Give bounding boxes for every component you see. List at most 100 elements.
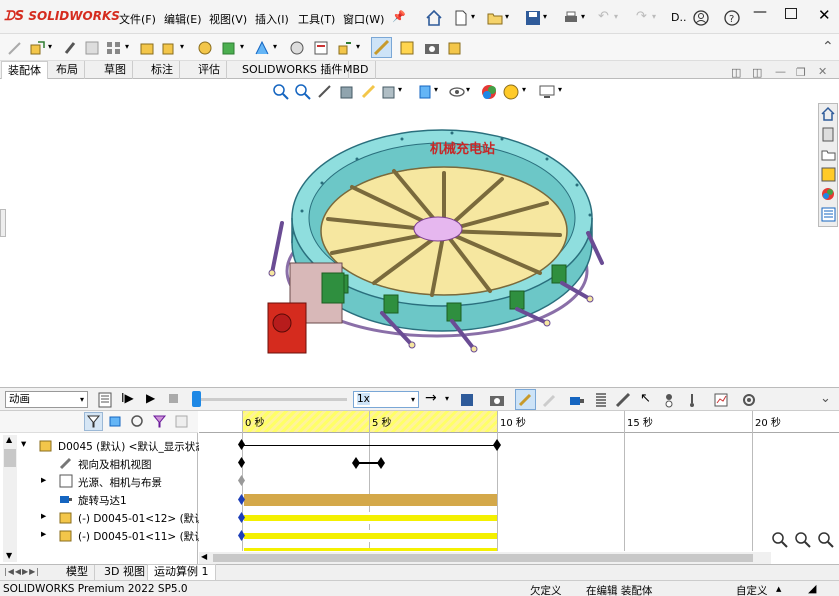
solidworks-logo[interactable]: ᗪS SOLIDWORKS [4,9,120,27]
view-keyframe[interactable] [352,457,360,469]
help-icon[interactable]: ? [723,9,741,27]
add-update-key-icon[interactable] [540,391,558,409]
stop-icon[interactable] [169,394,178,403]
scroll-down-icon[interactable]: ▼ [6,551,12,560]
playback-mode-icon[interactable]: → [425,390,437,406]
tree-row-assembly[interactable]: ▾ D0045 (默认) <默认_显示状态 [0,437,206,455]
component-11-bar[interactable] [244,530,497,542]
restore-doc-button[interactable]: ❐ [796,66,806,79]
scroll-left-icon[interactable]: ◀ [201,552,207,561]
chevron-down-icon[interactable]: ▾ [398,85,402,94]
take-snapshot-icon[interactable] [423,39,441,57]
chevron-down-icon[interactable]: ▾ [522,85,526,94]
tab-motion-study-1[interactable]: 运动算例 1 [147,564,216,580]
chevron-down-icon[interactable]: ▾ [273,42,277,51]
chevron-down-icon[interactable]: ▾ [614,12,618,21]
tree-row-component-11[interactable]: ▸ (-) D0045-01<11> (默认) [0,527,209,545]
filter-selected-icon[interactable] [129,413,146,430]
chevron-down-icon[interactable]: ▾ [125,42,129,51]
chevron-down-icon[interactable]: ⌄ [820,391,831,406]
menu-window[interactable]: 窗口(W) [343,11,384,27]
assembly-model[interactable]: 机械充电站 [262,123,612,363]
edit-component-icon[interactable] [6,39,24,57]
tab-layout[interactable]: 布局 [50,61,85,79]
scrollbar-thumb[interactable] [213,554,753,562]
tree-row-lights-cameras[interactable]: ▸ 光源、相机与布景 [0,473,198,491]
save-icon[interactable] [524,9,542,27]
motion-study-properties-icon[interactable] [740,391,758,409]
file-explorer-icon[interactable] [820,146,837,163]
tab-mbd[interactable]: MBD [337,61,376,79]
menu-insert[interactable]: 插入(I) [255,11,289,27]
tab-assembly[interactable]: 装配体 [1,61,48,79]
chevron-up-icon[interactable]: ⌃ [822,39,834,55]
close-doc-button[interactable]: ✕ [818,65,827,78]
instant3d-button[interactable] [371,37,392,58]
hide-show-items-icon[interactable] [448,83,466,101]
minimize-doc-button[interactable]: — [775,65,786,78]
tab-evaluate[interactable]: 评估 [192,61,227,79]
feature-manager-toggle[interactable] [0,209,6,237]
menu-file[interactable]: 文件(F) [119,11,156,27]
reference-geometry-icon[interactable] [253,39,271,57]
assembly-features-icon[interactable] [220,39,238,57]
dynamic-annotation-icon[interactable] [360,83,378,101]
large-assembly-mode-icon[interactable] [446,39,464,57]
appearances-scenes-icon[interactable] [820,186,837,203]
tab-model[interactable]: 模型 [60,565,95,580]
zoom-to-area-icon[interactable] [294,83,312,101]
minimize-window-button[interactable]: — [753,4,767,20]
custom-properties-icon[interactable] [820,206,837,223]
timeline-hscrollbar[interactable]: ◀ [199,552,771,564]
chevron-down-icon[interactable]: ▾ [466,85,470,94]
start-keyframe[interactable] [238,439,245,450]
search-hint[interactable]: D.. [671,11,686,24]
home-icon[interactable] [425,9,443,27]
chevron-down-icon[interactable]: ▾ [48,42,52,51]
motor-bar[interactable] [244,494,497,506]
chevron-down-icon[interactable]: ▾ [180,42,184,51]
end-keyframe[interactable] [493,439,501,451]
damper-icon[interactable] [614,391,632,409]
restore-pane-icon[interactable]: ◫ [752,66,762,79]
filter-driving-icon[interactable] [107,413,124,430]
design-library-icon[interactable] [820,126,837,143]
print-icon[interactable] [562,9,580,27]
results-plots-icon[interactable] [712,391,730,409]
chevron-down-icon[interactable]: ▾ [652,12,656,21]
playback-slider-track[interactable] [192,398,347,401]
chevron-down-icon[interactable]: ▾ [558,85,562,94]
tree-scrollbar[interactable]: ▲ ▼ [3,435,17,562]
spring-icon[interactable] [592,391,610,409]
component-12-bar[interactable] [244,512,497,524]
tab-sketch[interactable]: 草图 [98,61,133,79]
insert-components-icon[interactable] [28,39,46,57]
zoom-out-timeline-icon[interactable] [794,531,812,549]
play-from-start-icon[interactable]: I▶ [121,391,134,405]
units-status[interactable]: 自定义 [736,583,768,596]
animation-wizard-icon[interactable] [488,391,506,409]
bill-of-materials-icon[interactable] [312,39,330,57]
new-document-icon[interactable] [452,9,470,27]
save-animation-icon[interactable] [458,391,476,409]
view-settings-icon[interactable] [538,83,556,101]
solidworks-resources-icon[interactable] [820,106,837,123]
chevron-down-icon[interactable]: ▾ [240,42,244,51]
playback-slider-thumb[interactable] [192,391,201,407]
menu-edit[interactable]: 编辑(E) [164,11,202,27]
chevron-down-icon[interactable]: ▾ [445,394,449,403]
contact-icon[interactable] [660,391,678,409]
redo-icon[interactable]: ↷ [636,9,647,24]
filter-results-icon[interactable] [151,413,168,430]
autokey-button[interactable] [515,389,536,410]
display-style-icon[interactable] [416,83,434,101]
update-speedpak-icon[interactable] [398,39,416,57]
resize-grip-icon[interactable]: ◢ [808,582,816,595]
collapse-tree-icon[interactable] [173,413,190,430]
new-motion-study-icon[interactable] [288,39,306,57]
graphics-area[interactable]: ▾ ▾ ▾ ▾ ▾ ◫ ◫ — ❐ ✕ 机械充电站 [0,65,839,387]
calculate-icon[interactable] [96,391,114,409]
tab-solidworks-addins[interactable]: SOLIDWORKS 插件 [236,61,350,79]
section-view-icon[interactable] [338,83,356,101]
scrollbar-thumb[interactable] [4,449,16,467]
